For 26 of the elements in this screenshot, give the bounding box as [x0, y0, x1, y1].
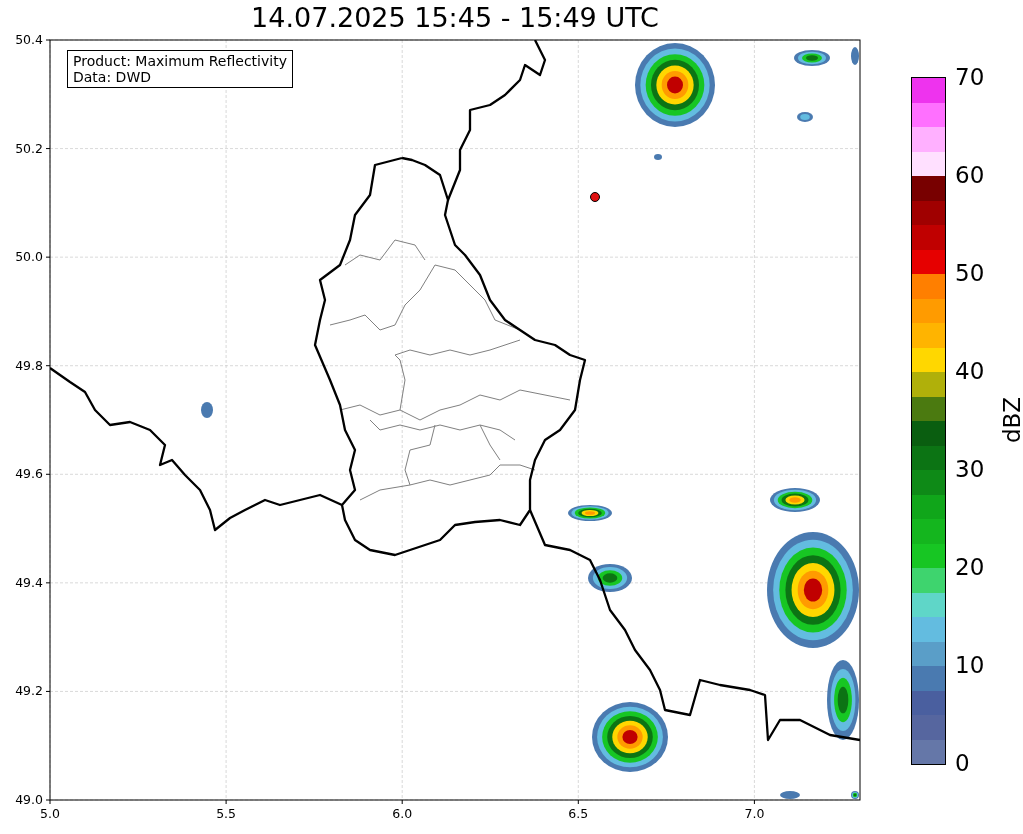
plot-title: 14.07.2025 15:45 - 15:49 UTC	[250, 1, 660, 30]
colorbar-tick-label: 50	[955, 259, 985, 287]
y-tick-label: 50.0	[15, 249, 43, 265]
y-tick-label: 49.8	[15, 357, 43, 373]
colorbar-tick-label: 70	[955, 63, 985, 91]
colorbar-tick-label: 40	[955, 357, 985, 385]
colorbar-label: dBZ	[999, 396, 1023, 444]
y-tick-label: 49.4	[15, 574, 43, 590]
y-tick-label: 50.4	[15, 32, 43, 47]
colorbar-tick-label: 20	[955, 553, 985, 581]
legend-text: Product: Maximum Reflectivity	[73, 53, 287, 69]
legend-text: Data: DWD	[73, 69, 152, 85]
x-tick-label: 5.0	[40, 806, 60, 821]
colorbar-tick-label: 0	[955, 749, 970, 777]
y-tick-label: 49.6	[15, 466, 43, 482]
colorbar-tick-label: 10	[955, 651, 985, 679]
y-tick-label: 49.2	[15, 683, 43, 699]
x-tick-label: 6.0	[392, 806, 413, 821]
x-tick-label: 6.5	[568, 806, 589, 821]
x-tick-label: 7.0	[744, 806, 765, 821]
x-tick-label: 5.5	[216, 806, 237, 821]
y-tick-label: 49.0	[15, 792, 43, 807]
colorbar-tick-label: 60	[955, 161, 985, 189]
colorbar-tick-label: 30	[955, 455, 985, 483]
y-tick-label: 50.2	[15, 140, 43, 156]
location-marker	[590, 192, 600, 202]
